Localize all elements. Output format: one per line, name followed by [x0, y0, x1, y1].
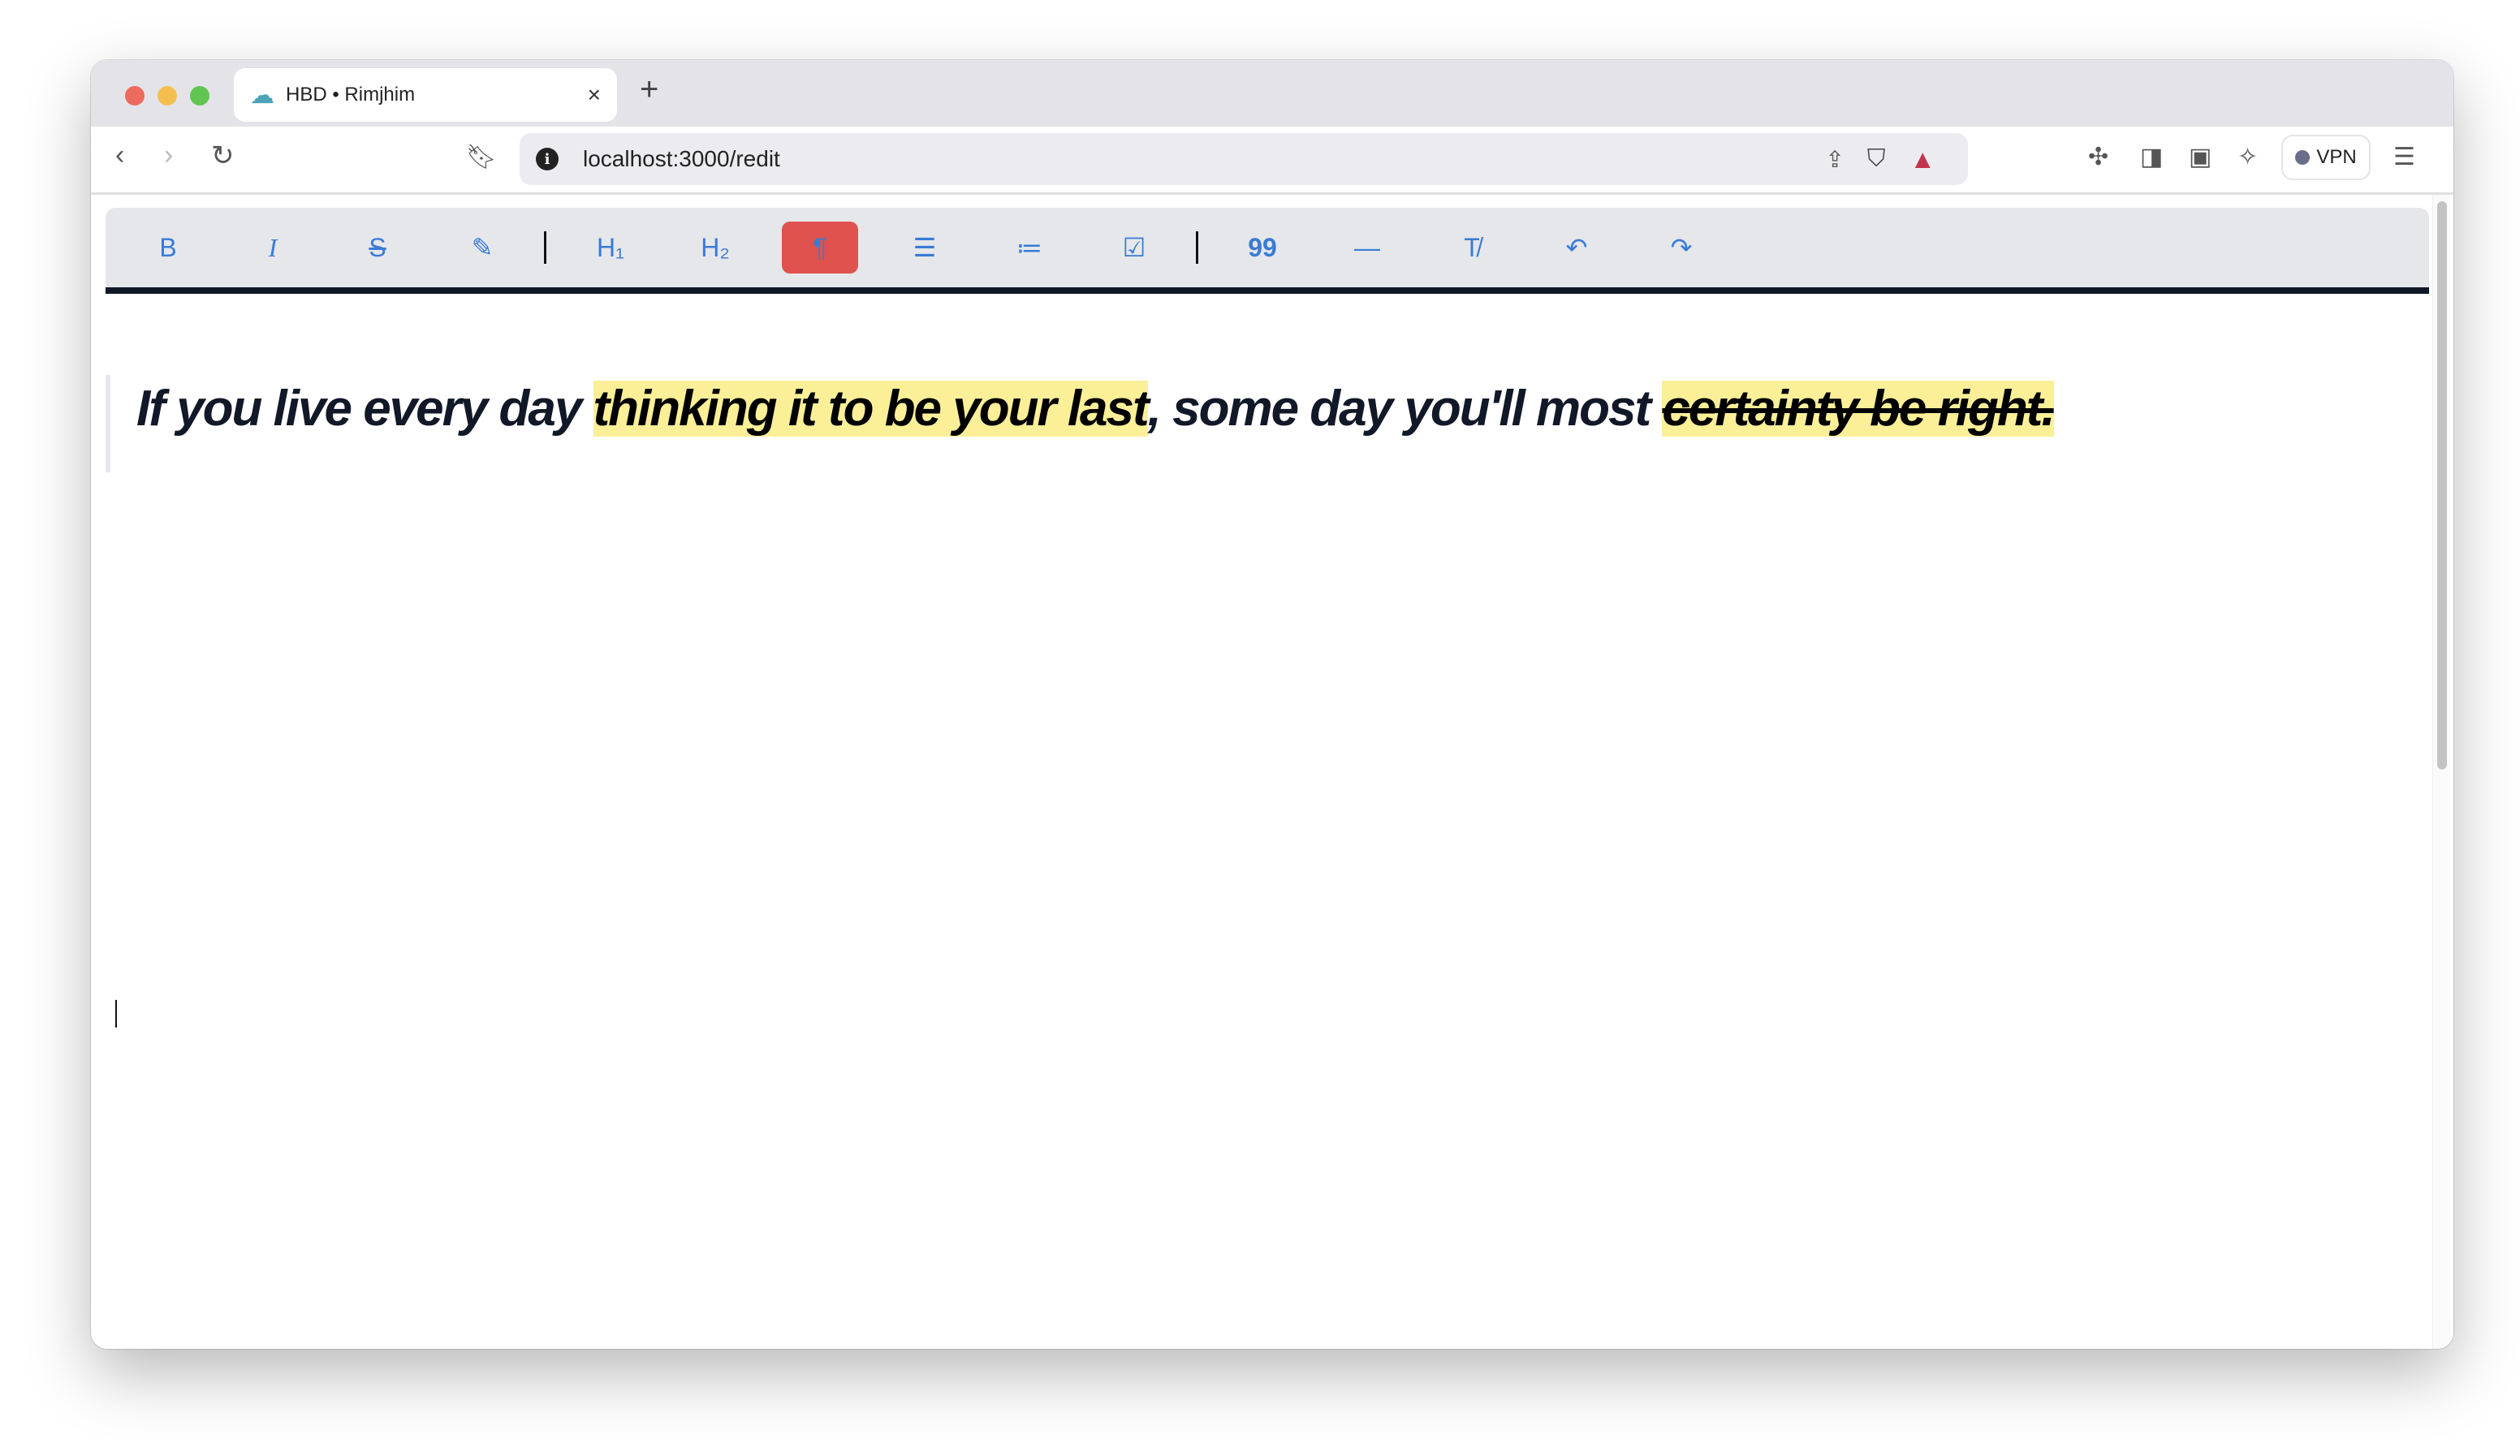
- blockquote-bar: [106, 375, 110, 472]
- task-list-button[interactable]: ☑: [1096, 222, 1172, 274]
- navigation-bar: ‹ › ↻ 🔖︎ i localhost:3000/redit ⇪ ⛉ ▲ ✣ …: [91, 127, 2453, 195]
- new-tab-button[interactable]: +: [640, 71, 658, 108]
- close-window-button[interactable]: [125, 86, 145, 106]
- undo-button[interactable]: ↶: [1538, 222, 1615, 274]
- blockquote-button[interactable]: 99: [1224, 222, 1301, 274]
- wallet-icon[interactable]: ▣: [2189, 143, 2211, 171]
- share-icon[interactable]: ⇪: [1825, 146, 1844, 173]
- scrollbar[interactable]: [2432, 195, 2450, 1349]
- reload-icon[interactable]: ↻: [211, 140, 235, 172]
- sidebar-icon[interactable]: ◨: [2140, 143, 2163, 171]
- scrollbar-thumb[interactable]: [2437, 201, 2447, 769]
- tab-title: HBD • Rimjhim: [286, 84, 416, 106]
- address-bar[interactable]: i localhost:3000/redit ⇪ ⛉ ▲: [520, 133, 1968, 185]
- rain-cloud-icon: ☁: [250, 81, 274, 109]
- bold-button[interactable]: B: [130, 222, 206, 274]
- italic-button[interactable]: I: [235, 222, 311, 274]
- menu-icon[interactable]: ☰: [2393, 143, 2415, 171]
- text-segment: If you live every day: [136, 381, 593, 437]
- tab-close-icon[interactable]: ×: [588, 82, 601, 108]
- text-segment: , some day you'll most: [1147, 381, 1663, 437]
- bullet-list-button[interactable]: ☰: [887, 222, 963, 274]
- minimize-window-button[interactable]: [158, 86, 177, 106]
- editor-paragraph[interactable]: If you live every day thinking it to be …: [136, 380, 2056, 437]
- toolbar-divider: [544, 231, 546, 264]
- forward-icon[interactable]: ›: [164, 140, 173, 171]
- extensions-icon[interactable]: ✣: [2088, 143, 2108, 171]
- highlighted-text: thinking it to be your last: [593, 381, 1150, 437]
- leo-ai-icon[interactable]: ✧: [2237, 143, 2258, 171]
- vpn-label: VPN: [2316, 146, 2357, 168]
- brave-rewards-icon[interactable]: ▲: [1909, 144, 1935, 174]
- site-info-icon[interactable]: i: [536, 148, 559, 170]
- browser-tab[interactable]: ☁ HBD • Rimjhim ×: [234, 68, 617, 122]
- heading-1-button[interactable]: H₁: [572, 222, 649, 274]
- browser-window: ☁ HBD • Rimjhim × + ‹ › ↻ 🔖︎ i localhost…: [91, 60, 2453, 1349]
- url-text[interactable]: localhost:3000/redit: [583, 146, 1825, 172]
- vpn-status-icon: [2295, 150, 2311, 165]
- highlight-button[interactable]: ✎: [444, 222, 520, 274]
- heading-2-button[interactable]: H₂: [677, 222, 753, 274]
- redo-button[interactable]: ↷: [1643, 222, 1720, 274]
- text-cursor: [115, 1000, 117, 1027]
- editor-toolbar: B I S ✎ H₁ H₂ ¶ ☰ ≔ ☑ 99 — T̸ ↶ ↷: [106, 208, 2429, 294]
- brave-shield-icon[interactable]: ⛉: [1867, 145, 1886, 173]
- maximize-window-button[interactable]: [190, 86, 209, 106]
- horizontal-rule-button[interactable]: —: [1329, 222, 1405, 274]
- clear-format-button[interactable]: T̸: [1434, 222, 1510, 274]
- ordered-list-button[interactable]: ≔: [991, 222, 1068, 274]
- back-icon[interactable]: ‹: [115, 140, 124, 171]
- paragraph-button[interactable]: ¶: [782, 222, 858, 274]
- vpn-button[interactable]: VPN: [2281, 135, 2371, 180]
- highlighted-strikethrough-text: certainty be right.: [1662, 381, 2056, 437]
- toolbar-divider: [1196, 231, 1198, 264]
- tab-bar: ☁ HBD • Rimjhim × +: [91, 60, 2453, 127]
- bookmark-icon[interactable]: 🔖︎: [466, 143, 497, 171]
- page-content: B I S ✎ H₁ H₂ ¶ ☰ ≔ ☑ 99 — T̸ ↶ ↷ If you…: [91, 195, 2453, 1349]
- strikethrough-button[interactable]: S: [339, 222, 416, 274]
